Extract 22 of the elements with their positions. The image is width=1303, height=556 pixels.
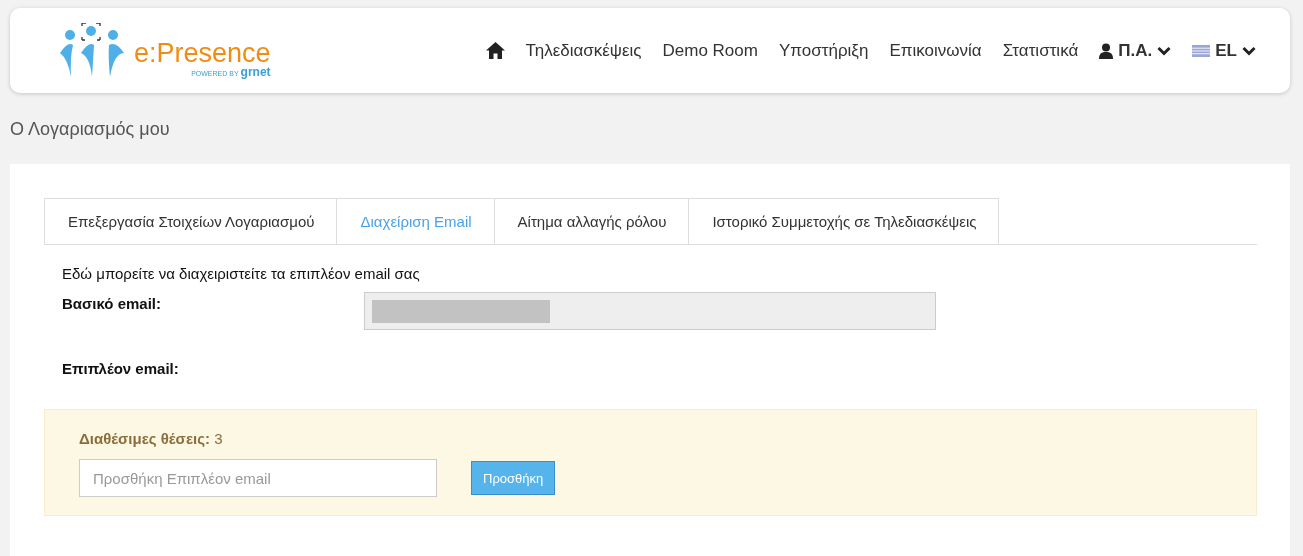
nav-link[interactable]: Τηλεδιασκέψεις xyxy=(525,40,642,61)
nav-link[interactable]: Demo Room xyxy=(662,40,758,61)
chevron-down-icon[interactable] xyxy=(1242,45,1256,56)
field-label: Βασικό email: xyxy=(62,294,163,314)
slots-text: Διαθέσιμες θέσεις: 3 xyxy=(79,430,224,447)
nav-link[interactable]: Στατιστικά xyxy=(1002,40,1079,61)
logo-subtitle: grnet xyxy=(240,64,271,79)
field-label: Επιπλέον email: xyxy=(62,360,180,377)
flag-icon xyxy=(1192,44,1211,57)
tab[interactable]: Επεξεργασία Στοιχείων Λογαριασμού xyxy=(44,198,338,244)
user-menu[interactable]: Π.Α. xyxy=(1118,40,1153,61)
nav-link[interactable]: Επικοινωνία xyxy=(889,40,982,61)
nav-link[interactable]: Υποστήριξη xyxy=(778,40,869,61)
page-title: Ο Λογαριασμός μου xyxy=(10,118,171,141)
chevron-down-icon[interactable] xyxy=(1157,45,1172,56)
user-icon xyxy=(1099,42,1114,59)
tab[interactable]: Ιστορικό Συμμετοχής σε Τηλεδιασκέψεις xyxy=(688,198,1000,244)
home-icon[interactable] xyxy=(485,42,505,59)
logo-text: e:Presence xyxy=(134,38,271,67)
intro-text: Εδώ μπορείτε να διαχειριστείτε τα επιπλέον email σας xyxy=(62,265,421,282)
language-menu[interactable]: EL xyxy=(1215,40,1237,61)
email-input[interactable]: Προσθήκη Επιπλέον email xyxy=(79,459,437,497)
